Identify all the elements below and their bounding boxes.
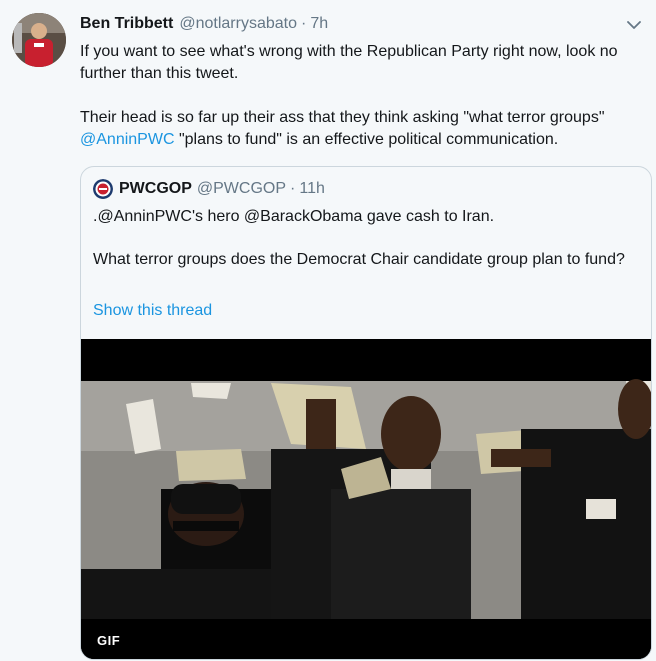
- tweet-paragraph: If you want to see what's wrong with the…: [80, 43, 618, 82]
- separator: ·: [300, 15, 307, 32]
- tweet-text-fragment: Their head is so far up their ass that t…: [80, 109, 605, 126]
- quoted-tweet[interactable]: PWCGOP @PWCGOP · 11h .@AnninPWC's hero @…: [80, 166, 652, 660]
- quoted-tweet-header: PWCGOP @PWCGOP · 11h: [93, 179, 325, 199]
- quoted-timestamp[interactable]: 11h: [299, 180, 325, 198]
- quoted-author-handle[interactable]: @PWCGOP: [197, 180, 286, 198]
- tweet-paragraph: Their head is so far up their ass that t…: [80, 107, 652, 151]
- author-name[interactable]: Ben Tribbett: [80, 15, 173, 33]
- quoted-author-name[interactable]: PWCGOP: [119, 180, 192, 198]
- quoted-paragraph: What terror groups does the Democrat Cha…: [93, 251, 625, 268]
- quoted-tweet-text: .@AnninPWC's hero @BarackObama gave cash…: [93, 206, 633, 271]
- quoted-paragraph: .@AnninPWC's hero @BarackObama gave cash…: [93, 208, 495, 225]
- tweet-header: Ben Tribbett @notlarrysabato · 7h: [80, 15, 328, 37]
- tweet-text: If you want to see what's wrong with the…: [80, 41, 652, 151]
- avatar[interactable]: [12, 13, 66, 67]
- tweet[interactable]: Ben Tribbett @notlarrysabato · 7h If you…: [0, 0, 656, 661]
- pwcgop-logo[interactable]: [93, 179, 113, 199]
- show-thread-link[interactable]: Show this thread: [93, 302, 212, 320]
- timestamp[interactable]: 7h: [310, 15, 328, 33]
- author-handle[interactable]: @notlarrysabato: [179, 15, 297, 33]
- chevron-down-icon[interactable]: [626, 18, 642, 30]
- mention-link[interactable]: @AnninPWC: [80, 131, 175, 148]
- gif-badge: GIF: [91, 630, 127, 651]
- tweet-text-fragment: "plans to fund" is an effective politica…: [174, 131, 559, 148]
- separator: ·: [290, 180, 296, 197]
- gif-media[interactable]: GIF: [81, 339, 651, 659]
